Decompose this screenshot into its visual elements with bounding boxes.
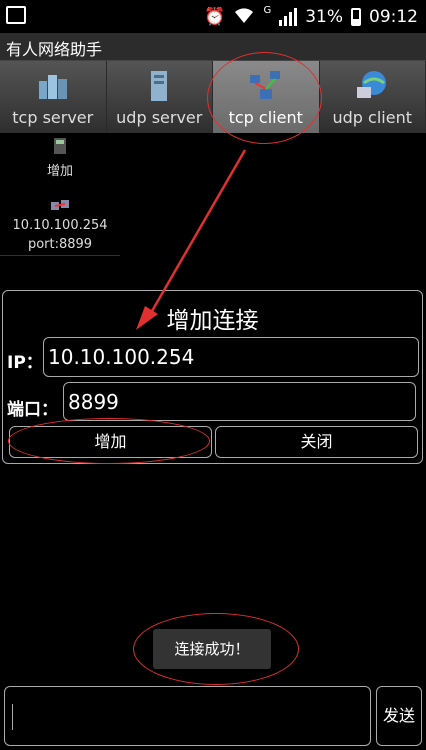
globe-computer-icon — [357, 71, 387, 98]
tab-label: udp server — [116, 108, 203, 127]
signal-icon — [279, 8, 298, 26]
tab-bar: tcp server udp server tcp client udp cli… — [0, 61, 426, 133]
send-button[interactable]: 发送 — [376, 686, 422, 746]
toast-message: 连接成功！ — [153, 629, 271, 669]
status-icons: ⏰ G 31% 09:12 — [204, 5, 418, 29]
tab-label: udp client — [332, 108, 412, 127]
message-input[interactable] — [4, 686, 371, 746]
battery-percent: 31% — [305, 7, 343, 27]
alarm-icon: ⏰ — [204, 7, 226, 27]
computer-add-icon — [54, 138, 66, 154]
network-client-icon — [249, 71, 280, 99]
add-connection-item[interactable]: 增加 — [30, 137, 90, 179]
add-connection-dialog: 增加连接 IP： 10.10.100.254 端口： 8899 增加 关闭 — [2, 290, 423, 464]
connection-list-item[interactable]: 10.10.100.254 port:8899 — [0, 195, 120, 256]
tab-tcp-server[interactable]: tcp server — [0, 61, 107, 133]
close-button[interactable]: 关闭 — [215, 426, 418, 458]
clock: 09:12 — [369, 7, 418, 27]
battery-icon — [351, 8, 361, 26]
add-connection-label: 增加 — [46, 164, 73, 179]
text-cursor — [12, 704, 13, 730]
status-bar: ⏰ G 31% 09:12 — [0, 0, 426, 33]
ip-label: IP： — [7, 353, 43, 373]
connection-port: port:8899 — [27, 237, 93, 252]
network-type: G — [263, 5, 272, 16]
tab-udp-client[interactable]: udp client — [319, 61, 426, 133]
wifi-icon — [233, 6, 255, 29]
network-connection-icon — [51, 200, 69, 210]
tab-label: tcp server — [12, 108, 94, 127]
image-notification-icon — [6, 6, 26, 24]
tab-tcp-client[interactable]: tcp client — [213, 61, 320, 133]
ip-input[interactable]: 10.10.100.254 — [43, 337, 419, 377]
server-rack-icon — [151, 71, 168, 101]
connection-ip: 10.10.100.254 — [12, 218, 108, 233]
dialog-title: 增加连接 — [166, 308, 259, 334]
tab-udp-server[interactable]: udp server — [106, 61, 213, 133]
app-title-bar: 有人网络助手 — [0, 33, 426, 61]
add-button[interactable]: 增加 — [9, 426, 212, 458]
port-label: 端口： — [7, 400, 58, 420]
app-title: 有人网络助手 — [6, 40, 103, 59]
port-input[interactable]: 8899 — [63, 382, 416, 421]
tab-label: tcp client — [228, 108, 303, 127]
server-cluster-icon — [38, 75, 67, 99]
